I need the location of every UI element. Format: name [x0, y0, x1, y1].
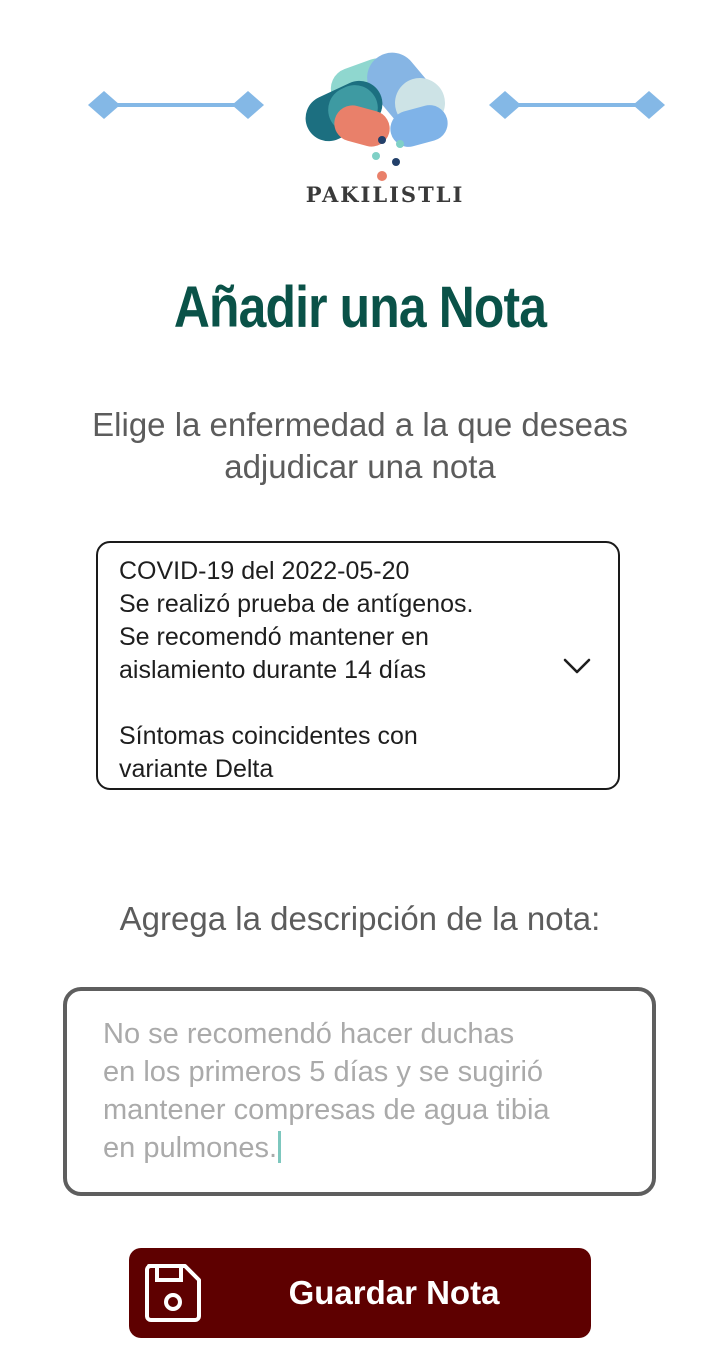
note-description-field[interactable]: No se recomendó hacer duchas en los prim…: [63, 987, 656, 1196]
floppy-disk-icon: [145, 1264, 201, 1322]
disease-line: variante Delta: [119, 755, 274, 783]
text-caret: [278, 1131, 282, 1163]
note-line: en los primeros 5 días y se sugirió: [103, 1056, 544, 1088]
save-note-label: Guardar Nota: [288, 1274, 500, 1311]
note-line: en pulmones.: [103, 1132, 278, 1164]
app-header: PAKILISTLI: [0, 0, 720, 230]
disease-line: Se realizó prueba de antígenos.: [119, 590, 474, 618]
chevron-down-icon[interactable]: [562, 656, 592, 676]
disease-selected-value: COVID-19 del 2022-05-20 Se realizó prueb…: [119, 555, 559, 786]
disease-instruction: Elige la enfermedad a la que deseas adju…: [92, 406, 628, 485]
disease-dropdown[interactable]: COVID-19 del 2022-05-20 Se realizó prueb…: [96, 541, 620, 790]
description-label: Agrega la descripción de la nota:: [119, 900, 601, 937]
note-description-text: No se recomendó hacer duchas en los prim…: [103, 1015, 623, 1167]
disease-line-gap: [119, 687, 559, 720]
page-title: Añadir una Nota: [173, 275, 547, 340]
pills-logo-icon: [305, 52, 448, 181]
disease-line: aislamiento durante 14 días: [119, 656, 427, 684]
note-last-line: en pulmones.: [103, 1129, 623, 1167]
disease-line: Se recomendó mantener en: [119, 623, 429, 651]
disease-line: Síntomas coincidentes con: [119, 722, 418, 750]
note-line: mantener compresas de agua tibia: [103, 1094, 550, 1126]
disease-line: COVID-19 del 2022-05-20: [119, 557, 410, 585]
brand-name: PAKILISTLI: [305, 182, 465, 207]
note-line: No se recomendó hacer duchas: [103, 1018, 515, 1050]
save-note-button[interactable]: Guardar Nota: [129, 1248, 591, 1338]
right-decorative-line: [489, 91, 665, 119]
left-decorative-line: [88, 91, 264, 119]
